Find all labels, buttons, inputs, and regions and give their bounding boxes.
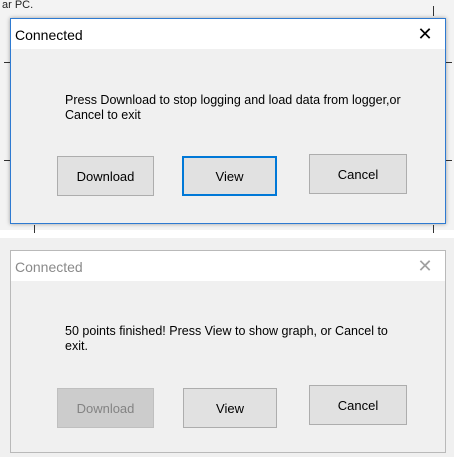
dialog-connected-download: Connected ✕ Press Download to stop loggi… [10, 18, 446, 224]
guide-mark [34, 225, 35, 233]
dialog-message: 50 points finished! Press View to show g… [65, 324, 388, 353]
guide-mark [446, 62, 452, 63]
guide-mark [446, 160, 452, 161]
view-button[interactable]: View [183, 388, 277, 428]
guide-mark [433, 225, 434, 233]
dialog-title: Connected [15, 27, 83, 43]
dialog-titlebar[interactable]: Connected ✕ [11, 251, 445, 281]
dialog-connected-finished: Connected ✕ 50 points finished! Press Vi… [10, 250, 446, 453]
background-text-fragment: ar PC. [2, 0, 34, 10]
dialog-title: Connected [15, 259, 83, 275]
dialog-message: Press Download to stop logging and load … [65, 93, 401, 122]
cancel-button[interactable]: Cancel [309, 154, 407, 194]
close-icon[interactable]: ✕ [415, 256, 435, 276]
cancel-button[interactable]: Cancel [309, 385, 407, 425]
dialog-titlebar[interactable]: Connected ✕ [11, 19, 445, 49]
guide-mark [433, 6, 434, 16]
download-button-disabled: Download [57, 388, 154, 428]
view-button[interactable]: View [182, 156, 277, 196]
download-button[interactable]: Download [57, 156, 154, 196]
close-icon[interactable]: ✕ [415, 24, 435, 44]
